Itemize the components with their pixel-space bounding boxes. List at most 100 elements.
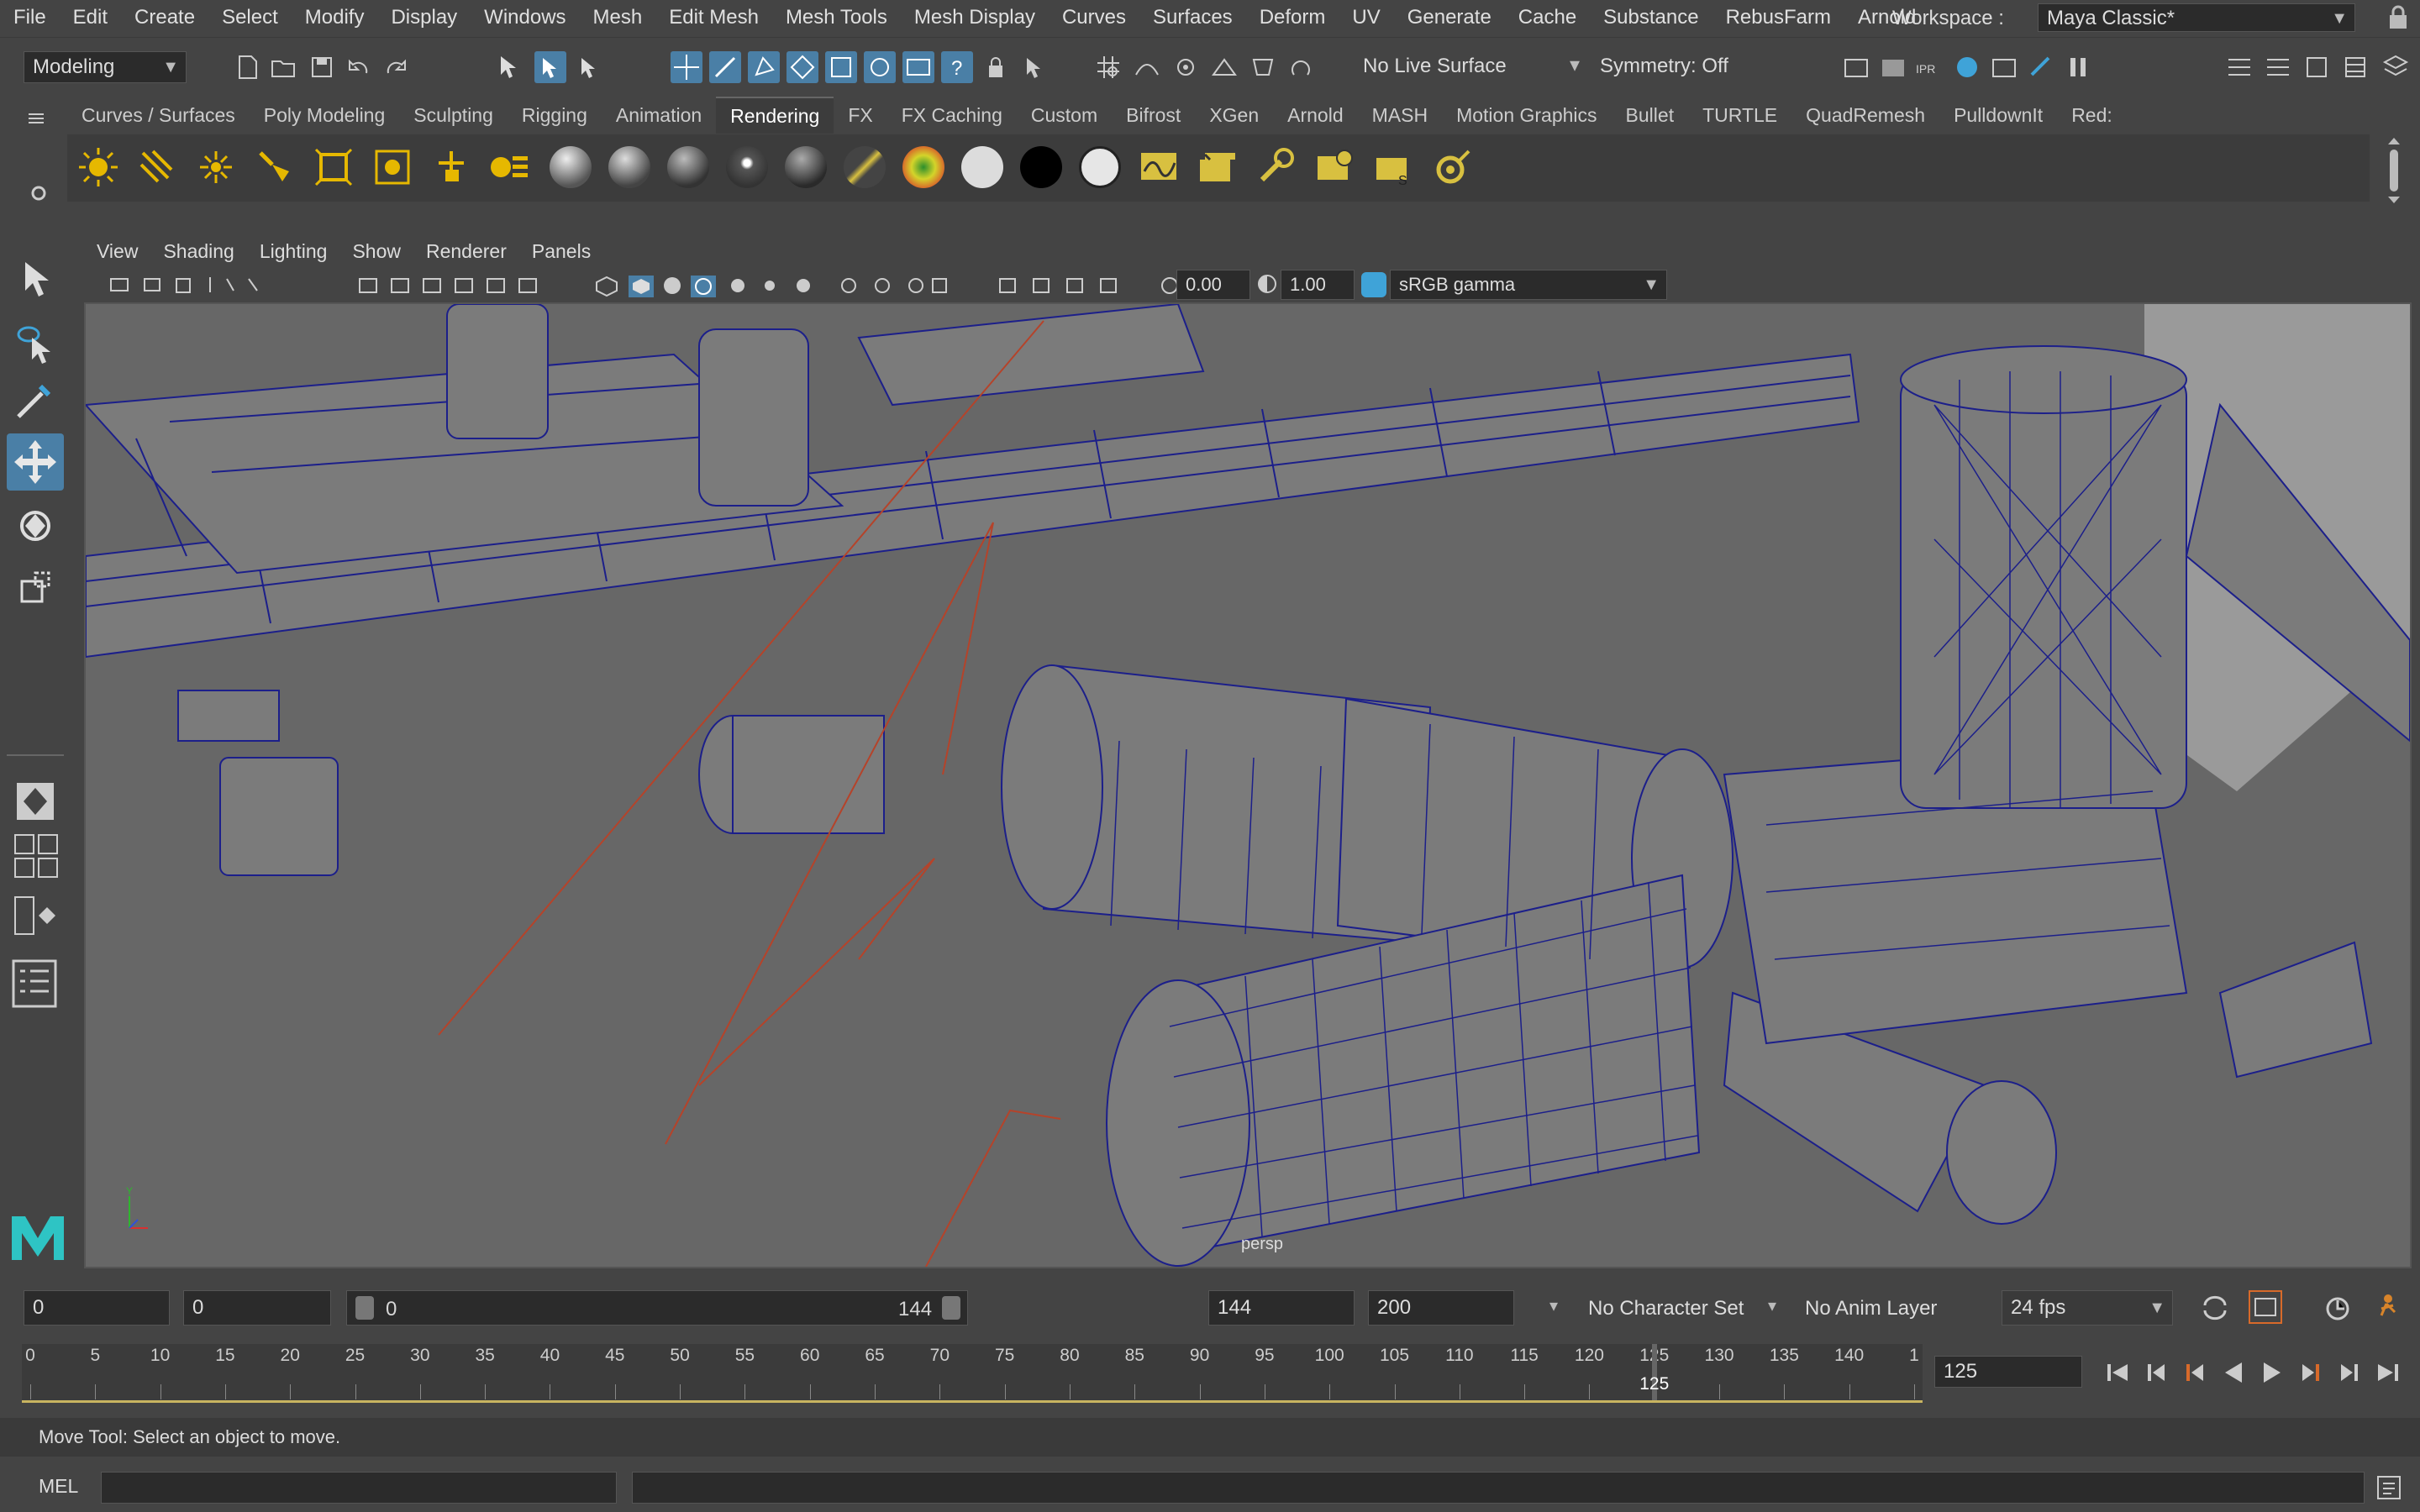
- shelf-tab-animation[interactable]: Animation: [602, 97, 716, 133]
- go-to-start-icon[interactable]: [2101, 1356, 2134, 1389]
- shelf-tab-turtle[interactable]: TURTLE: [1688, 97, 1791, 133]
- highlight-selection-icon[interactable]: [1018, 51, 1050, 83]
- blinn-material-icon[interactable]: [608, 146, 650, 188]
- shelf-tab-pulldownit[interactable]: PulldownIt: [1939, 97, 2057, 133]
- save-scene-icon[interactable]: [306, 51, 338, 83]
- redo-icon[interactable]: [380, 51, 412, 83]
- render-settings-icon[interactable]: [1988, 51, 2020, 83]
- ipr-shelf-icon[interactable]: [1255, 146, 1297, 188]
- select-vertices-icon[interactable]: [671, 51, 702, 83]
- phong-e-material-icon[interactable]: [726, 146, 768, 188]
- undo-icon[interactable]: [343, 51, 375, 83]
- lock-icon[interactable]: [2386, 5, 2410, 30]
- play-backwards-icon[interactable]: [2217, 1356, 2250, 1389]
- black-material-icon[interactable]: [1020, 146, 1062, 188]
- step-back-frame-icon[interactable]: [2178, 1356, 2212, 1389]
- menu-uv[interactable]: UV: [1339, 0, 1393, 35]
- panel-menu-panels[interactable]: Panels: [519, 240, 603, 263]
- surface-shader-icon[interactable]: [785, 146, 827, 188]
- menu-edit[interactable]: Edit: [60, 0, 121, 35]
- select-by-hierarchy-icon[interactable]: [494, 51, 526, 83]
- fps-dropdown[interactable]: 24 fps ▼: [2002, 1290, 2173, 1326]
- shelf-tab-fx-caching[interactable]: FX Caching: [887, 97, 1017, 133]
- open-scene-icon[interactable]: [267, 51, 299, 83]
- point-light-icon[interactable]: [195, 146, 237, 188]
- menu-display[interactable]: Display: [377, 0, 471, 35]
- step-back-key-icon[interactable]: [2139, 1356, 2173, 1389]
- arnold-render-icon[interactable]: [2025, 51, 2057, 83]
- select-by-object-icon[interactable]: [534, 51, 566, 83]
- render-layer-icon[interactable]: [489, 146, 531, 188]
- gamma-icon[interactable]: [1257, 274, 1277, 294]
- scale-tool-icon[interactable]: [7, 559, 64, 617]
- single-pane-layout-icon[interactable]: [7, 773, 64, 830]
- render-view-icon[interactable]: [1840, 51, 1872, 83]
- shelf-tab-curves-surfaces[interactable]: Curves / Surfaces: [67, 97, 250, 133]
- time-slider[interactable]: 0 5 10 15 20 25 30 35 40 45 50 55 60 65 70 75 80 85 90 95 10…: [22, 1344, 1923, 1403]
- playback-preferences-icon[interactable]: [2323, 1294, 2353, 1324]
- panel-toolbar-icons[interactable]: [92, 274, 1235, 297]
- make-live-icon[interactable]: [1247, 51, 1279, 83]
- live-surface-label[interactable]: No Live Surface: [1363, 55, 1507, 78]
- menu-create[interactable]: Create: [121, 0, 208, 35]
- anisotropic-material-icon[interactable]: [844, 146, 886, 188]
- two-pane-layout-icon[interactable]: [13, 894, 60, 941]
- lock-selection-icon[interactable]: [980, 51, 1012, 83]
- range-slider-end-handle[interactable]: [942, 1296, 960, 1320]
- shelf-tab-motion-graphics[interactable]: Motion Graphics: [1442, 97, 1611, 133]
- help-mask-icon[interactable]: ?: [941, 51, 973, 83]
- menu-substance[interactable]: Substance: [1590, 0, 1712, 35]
- gear-icon[interactable]: [29, 183, 50, 205]
- rotate-tool-icon[interactable]: [7, 497, 64, 554]
- menu-cache[interactable]: Cache: [1505, 0, 1590, 35]
- select-tool-icon[interactable]: [7, 252, 64, 309]
- menu-edit-mesh[interactable]: Edit Mesh: [655, 0, 772, 35]
- snap-curve-icon[interactable]: [1131, 51, 1163, 83]
- batch-render-icon[interactable]: S: [1373, 146, 1415, 188]
- gamma-field[interactable]: 1.00: [1281, 270, 1355, 300]
- snap-grid-icon[interactable]: [1092, 51, 1124, 83]
- color-management-icon[interactable]: [1361, 272, 1386, 297]
- snap-view-plane-icon[interactable]: [1208, 51, 1240, 83]
- playback-start-field[interactable]: 0: [183, 1290, 331, 1326]
- area-light-icon[interactable]: [313, 146, 355, 188]
- shelf-tab-rigging[interactable]: Rigging: [508, 97, 602, 133]
- panel-menu-show[interactable]: Show: [339, 240, 413, 263]
- shelf-menu-icon[interactable]: [25, 108, 47, 129]
- select-handles-icon[interactable]: [902, 51, 934, 83]
- menu-mesh[interactable]: Mesh: [580, 0, 656, 35]
- menu-windows[interactable]: Windows: [471, 0, 579, 35]
- animation-preferences-icon[interactable]: [2370, 1292, 2403, 1326]
- command-language-toggle[interactable]: MEL: [39, 1475, 78, 1498]
- outliner-icon[interactable]: [12, 959, 59, 1010]
- color-space-dropdown[interactable]: sRGB gamma ▼: [1390, 270, 1667, 300]
- shelf-tab-red[interactable]: Red:: [2057, 97, 2127, 133]
- lambert-material-icon[interactable]: [550, 146, 592, 188]
- modeling-toolkit-icon[interactable]: [2223, 51, 2255, 83]
- shelf-tab-arnold[interactable]: Arnold: [1273, 97, 1357, 133]
- shelf-tab-quadremesh[interactable]: QuadRemesh: [1791, 97, 1939, 133]
- channel-box-icon[interactable]: [2339, 51, 2371, 83]
- range-slider-start-handle[interactable]: [355, 1296, 374, 1320]
- select-faces-icon[interactable]: [748, 51, 780, 83]
- chevron-down-icon[interactable]: ▾: [1570, 53, 1580, 77]
- chevron-down-icon[interactable]: ▾: [1549, 1295, 1558, 1316]
- menu-generate[interactable]: Generate: [1394, 0, 1505, 35]
- select-multi-icon[interactable]: [825, 51, 857, 83]
- ipr-render-icon[interactable]: IPR: [1914, 51, 1946, 83]
- exposure-field[interactable]: 0.00: [1176, 270, 1250, 300]
- loop-icon[interactable]: [2200, 1294, 2230, 1322]
- command-input[interactable]: [101, 1472, 617, 1504]
- symmetry-label[interactable]: Symmetry: Off: [1600, 55, 1728, 78]
- chevron-down-icon[interactable]: ▾: [1768, 1295, 1776, 1316]
- use-background-icon[interactable]: [1079, 146, 1121, 188]
- shelf-tab-bullet[interactable]: Bullet: [1612, 97, 1689, 133]
- panel-menu-lighting[interactable]: Lighting: [247, 240, 340, 263]
- layer-editor-icon[interactable]: [2380, 51, 2412, 83]
- menu-modify[interactable]: Modify: [292, 0, 378, 35]
- panel-menu-shading[interactable]: Shading: [150, 240, 246, 263]
- shelf-tab-xgen[interactable]: XGen: [1195, 97, 1273, 133]
- shelf-tab-sculpting[interactable]: Sculpting: [399, 97, 508, 133]
- shelf-tab-fx[interactable]: FX: [834, 97, 886, 133]
- menu-file[interactable]: File: [0, 0, 60, 35]
